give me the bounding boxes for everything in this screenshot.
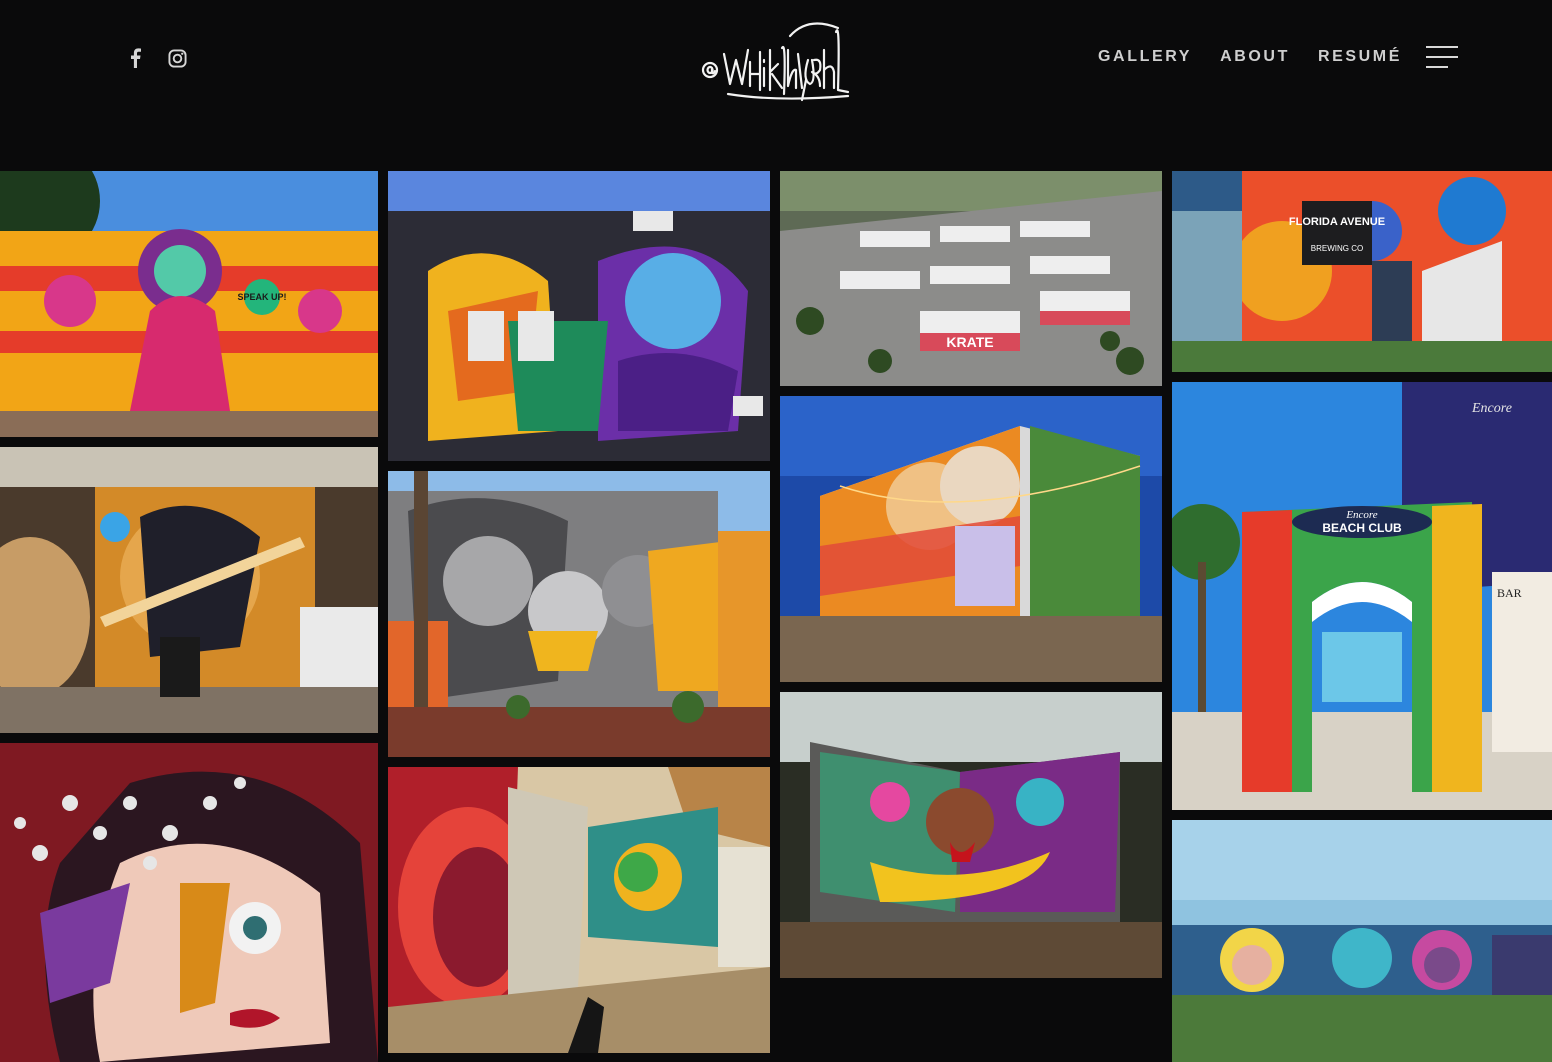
gallery-tile-studio-painting[interactable] xyxy=(0,447,378,733)
nav-resume[interactable]: RESUMÉ xyxy=(1318,48,1402,66)
nav-about[interactable]: ABOUT xyxy=(1220,48,1290,66)
instagram-icon[interactable] xyxy=(166,47,188,69)
main-nav: GALLERY ABOUT RESUMÉ xyxy=(1098,46,1459,68)
hamburger-menu-icon[interactable] xyxy=(1426,46,1459,68)
nav-gallery[interactable]: GALLERY xyxy=(1098,48,1192,66)
mural-text-speak-up: SPEAK UP! xyxy=(237,292,286,302)
gallery-tile-speak-up-mural[interactable]: SPEAK UP! xyxy=(0,171,378,437)
mural-text-bar: BAR xyxy=(1497,586,1522,600)
gallery-tile-forest-mural[interactable] xyxy=(780,692,1162,978)
social-links xyxy=(124,47,188,69)
gallery-tile-krate-aerial[interactable]: KRATE xyxy=(780,171,1162,386)
mural-text-florida-avenue: FLORIDA AVENUE xyxy=(1289,216,1385,228)
mural-text-encore-building: Encore xyxy=(1471,401,1512,416)
mural-text-krate: KRATE xyxy=(946,334,993,350)
gallery-tile-florida-avenue-brewing[interactable]: FLORIDA AVENUE BREWING CO xyxy=(1172,171,1552,372)
gallery-tile-building-mural-purple[interactable] xyxy=(388,171,770,461)
gallery-tile-alley-mural-faces[interactable] xyxy=(388,471,770,757)
site-logo[interactable] xyxy=(698,10,858,102)
mural-text-brewing: BREWING CO xyxy=(1311,244,1363,253)
gallery-tile-portrait-flowers[interactable] xyxy=(0,743,378,1062)
mural-text-encore: Encore xyxy=(1345,509,1377,521)
gallery-tile-long-wall-mural[interactable] xyxy=(1172,820,1552,1062)
gallery-tile-brewery-night-mural[interactable] xyxy=(780,396,1162,682)
mural-text-beach-club: BEACH CLUB xyxy=(1322,521,1402,535)
gallery-tile-encore-beach-club-arch[interactable]: Encore Encore BEACH CLUB BAR xyxy=(1172,382,1552,810)
site-header: GALLERY ABOUT RESUMÉ xyxy=(0,0,1552,165)
facebook-icon[interactable] xyxy=(124,47,146,69)
gallery-tile-interior-mural-progress[interactable] xyxy=(388,767,770,1053)
